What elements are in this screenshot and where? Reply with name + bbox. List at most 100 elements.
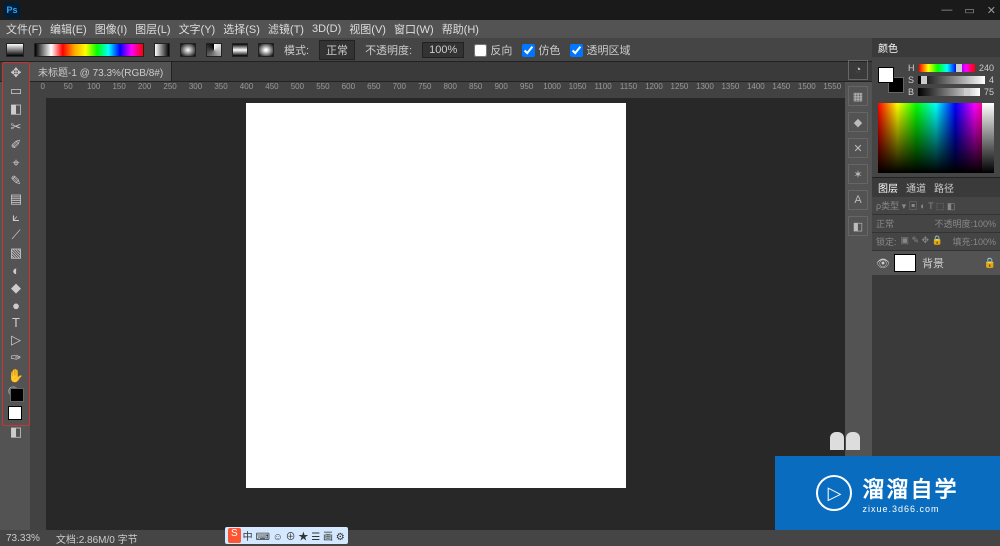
sat-label: S [908, 75, 914, 85]
gradient-type-angle-icon[interactable] [206, 43, 222, 57]
eyedropper-tool[interactable]: ✐ [6, 137, 26, 153]
hue-slider[interactable] [919, 64, 975, 72]
bri-value[interactable]: 75 [984, 87, 994, 97]
fill-input[interactable]: 100% [973, 237, 996, 247]
hue-value[interactable]: 240 [979, 63, 994, 73]
layer-filter[interactable]: ρ类型 ▾ ▣ ◐ T ⬚ ◧ [876, 199, 955, 212]
background-color-swatch[interactable] [10, 388, 24, 402]
menu-image[interactable]: 图像(I) [95, 21, 127, 37]
color-panel-fgbg[interactable] [878, 67, 904, 93]
vertical-ruler [30, 98, 46, 530]
gradient-preset-picker[interactable] [34, 43, 144, 57]
status-bar: 73.33% 文档:2.86M/0 字节 [0, 530, 1000, 546]
menu-type[interactable]: 文字(Y) [179, 21, 216, 37]
bri-slider[interactable] [918, 88, 980, 96]
watermark-overlay: ▷ 溜溜自学 zixue.3d66.com [775, 456, 1000, 530]
styles-panel-icon[interactable]: ✶ [848, 164, 868, 184]
paths-tab[interactable]: 路径 [934, 180, 954, 195]
visibility-toggle-icon[interactable]: 👁 [876, 257, 888, 270]
watermark-url: zixue.3d66.com [862, 504, 958, 514]
opacity-label: 不透明度: [365, 42, 412, 58]
gradient-type-linear-icon[interactable] [154, 43, 170, 57]
play-icon: ▷ [816, 475, 852, 511]
dodge-tool[interactable]: ◆ [6, 280, 26, 296]
menu-file[interactable]: 文件(F) [6, 21, 42, 37]
reverse-checkbox[interactable]: 反向 [474, 42, 512, 58]
quick-mask-icon[interactable]: ◧ [6, 424, 26, 440]
blend-mode-select[interactable]: 正常 [876, 217, 894, 230]
brush-tool[interactable]: ✎ [6, 173, 26, 189]
layer-opacity-input[interactable]: 100% [973, 219, 996, 229]
menu-help[interactable]: 帮助(H) [442, 21, 479, 37]
layer-thumbnail[interactable] [894, 254, 916, 272]
lock-buttons[interactable]: ▣ ✎ ✥ 🔒 [901, 235, 943, 248]
gradient-type-diamond-icon[interactable] [258, 43, 274, 57]
menu-select[interactable]: 选择(S) [223, 21, 260, 37]
horizontal-ruler: 0501001502002503003504004505005506006507… [30, 82, 845, 98]
bri-label: B [908, 87, 914, 97]
color-panel-tab[interactable]: 颜色 [878, 40, 898, 55]
color-spectrum[interactable] [878, 103, 994, 173]
zoom-level[interactable]: 73.33% [6, 533, 40, 544]
lasso-tool[interactable]: ◧ [6, 101, 26, 117]
document-canvas[interactable] [246, 103, 626, 488]
blur-tool[interactable]: ◐ [6, 263, 26, 278]
canvas-viewport[interactable] [46, 98, 845, 530]
hue-label: H [908, 63, 915, 73]
ime-toolbar[interactable]: S 中 ⌨ ☺ ⊕ ★ ☰ 画 ⚙ [225, 527, 348, 544]
move-tool[interactable]: ✥ [6, 65, 26, 81]
eraser-tool[interactable]: ⟋ [6, 227, 26, 243]
swatches-panel-icon[interactable]: ▦ [848, 86, 868, 106]
dither-checkbox[interactable]: 仿色 [522, 42, 560, 58]
shape-tool[interactable]: ✑ [6, 350, 26, 366]
adjustments-panel-icon[interactable]: ✕ [848, 138, 868, 158]
ime-logo-icon: S [228, 528, 241, 543]
gradient-tool[interactable]: ▧ [6, 245, 26, 261]
menu-view[interactable]: 视图(V) [349, 21, 386, 37]
window-restore-icon[interactable]: ▭ [964, 4, 974, 17]
sat-value[interactable]: 4 [989, 75, 994, 85]
window-minimize-icon[interactable]: — [941, 4, 952, 17]
menu-3d[interactable]: 3D(D) [312, 23, 341, 35]
menu-window[interactable]: 窗口(W) [394, 21, 434, 37]
watermark-title: 溜溜自学 [862, 472, 958, 504]
menu-layer[interactable]: 图层(L) [135, 21, 170, 37]
gradient-tool-icon[interactable] [6, 43, 24, 57]
document-tab[interactable]: 未标题-1 @ 73.3%(RGB/8#) [30, 62, 172, 81]
foreground-color-swatch[interactable] [8, 406, 22, 420]
layer-opacity-label: 不透明度: [934, 219, 973, 229]
menu-bar: 文件(F) 编辑(E) 图像(I) 图层(L) 文字(Y) 选择(S) 滤镜(T… [0, 20, 1000, 38]
layers-tab[interactable]: 图层 [878, 180, 898, 195]
path-select-tool[interactable]: ▷ [6, 332, 26, 348]
channels-tab[interactable]: 通道 [906, 180, 926, 195]
opacity-input[interactable]: 100% [422, 42, 464, 58]
character-panel-icon[interactable]: A [848, 190, 868, 210]
history-panel-icon[interactable]: ◔ [848, 60, 868, 80]
pen-tool[interactable]: ● [6, 298, 26, 313]
lock-icon: 🔒 [984, 258, 996, 269]
menu-edit[interactable]: 编辑(E) [50, 21, 87, 37]
layer-row[interactable]: 👁 背景 🔒 [872, 251, 1000, 275]
marquee-tool[interactable]: ▭ [6, 83, 26, 99]
ime-buttons[interactable]: 中 ⌨ ☺ ⊕ ★ ☰ 画 ⚙ [243, 528, 345, 543]
crop-tool[interactable]: ✂ [6, 119, 26, 135]
transparency-checkbox[interactable]: 透明区域 [570, 42, 630, 58]
window-close-icon[interactable]: ✕ [987, 4, 996, 17]
paragraph-panel-icon[interactable]: ◧ [848, 216, 868, 236]
tools-panel: ✥ ▭ ◧ ✂ ✐ ⌖ ✎ ▤ ⟀ ⟋ ▧ ◐ ◆ ● T ▷ ✑ ✋ 🔍 ▭ … [2, 62, 30, 426]
hand-tool[interactable]: ✋ [6, 368, 26, 384]
history-brush-tool[interactable]: ⟀ [6, 209, 26, 225]
menu-filter[interactable]: 滤镜(T) [268, 21, 304, 37]
blend-mode-select[interactable]: 正常 [319, 40, 355, 60]
stamp-tool[interactable]: ▤ [6, 191, 26, 207]
lock-label: 锁定: [876, 235, 897, 248]
gradient-type-reflected-icon[interactable] [232, 43, 248, 57]
document-info[interactable]: 文档:2.86M/0 字节 [56, 531, 138, 546]
gradient-type-radial-icon[interactable] [180, 43, 196, 57]
layer-name[interactable]: 背景 [922, 255, 944, 271]
type-tool[interactable]: T [6, 315, 26, 330]
healing-tool[interactable]: ⌖ [6, 155, 26, 171]
panel-drag-handles [830, 432, 860, 450]
libraries-panel-icon[interactable]: ◆ [848, 112, 868, 132]
sat-slider[interactable] [918, 76, 985, 84]
